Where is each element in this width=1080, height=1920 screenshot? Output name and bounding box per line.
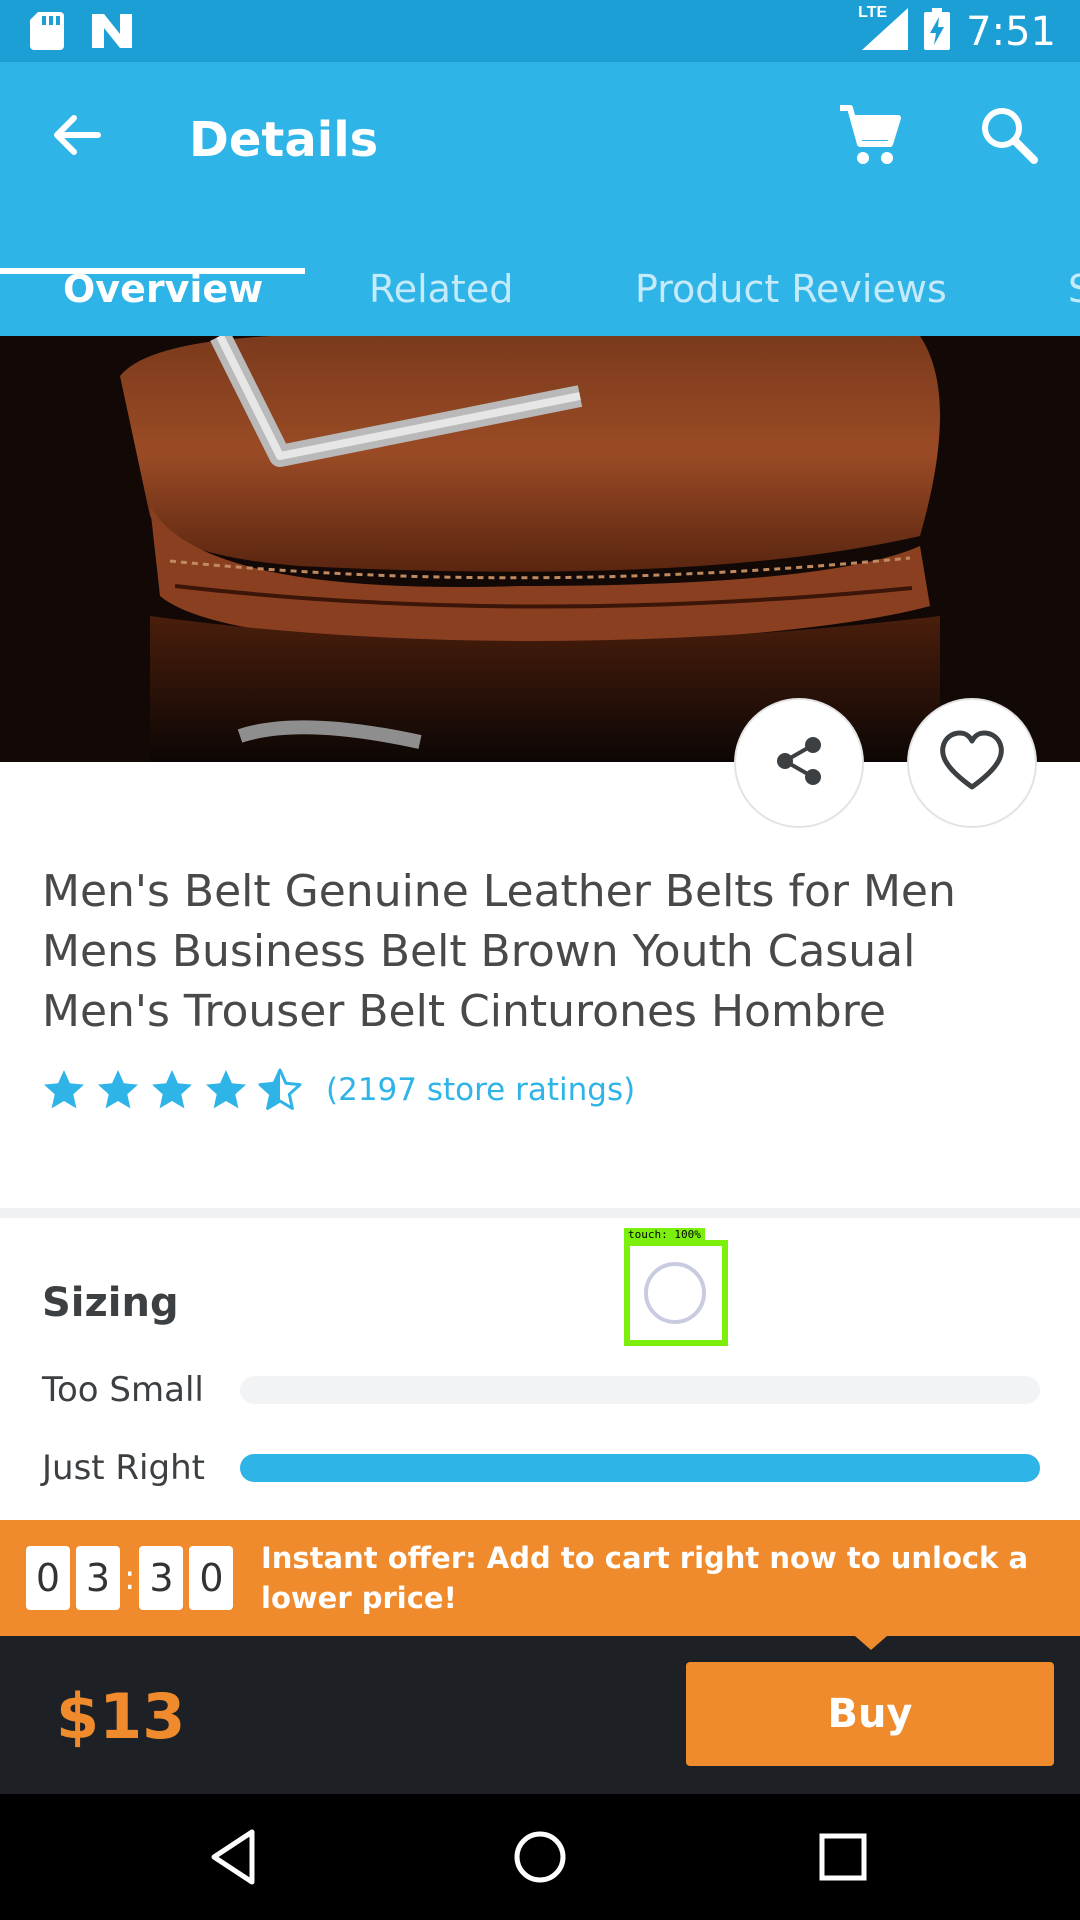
cart-button[interactable] <box>836 102 902 168</box>
price: $13 <box>56 1680 186 1753</box>
star-full-icon <box>152 1070 192 1109</box>
sizing-bar-fill <box>240 1454 1040 1482</box>
share-icon <box>771 733 827 794</box>
cart-icon <box>836 105 902 172</box>
offer-pointer <box>855 1636 887 1650</box>
rating-count-link[interactable]: (2197 store ratings) <box>326 1072 635 1108</box>
nav-recents-icon <box>810 1833 876 1894</box>
back-button[interactable] <box>42 100 112 170</box>
star-full-icon <box>44 1070 84 1109</box>
tab-indicator <box>0 268 305 274</box>
sizing-row-label: Just Right <box>42 1448 205 1488</box>
nav-back-icon <box>202 1829 268 1894</box>
sizing-bar <box>240 1454 1040 1482</box>
sizing-row-just-right: Just Right <box>42 1448 1040 1488</box>
sizing-bar <box>240 1376 1040 1404</box>
sizing-row-label: Too Small <box>42 1370 204 1410</box>
timer-digit: 0 <box>26 1546 70 1610</box>
network-type-label: LTE <box>858 4 888 21</box>
nav-home-icon <box>507 1831 573 1894</box>
star-half-icon <box>258 1068 302 1110</box>
tab-overview[interactable]: Overview <box>63 242 263 336</box>
wishlist-button[interactable] <box>907 698 1037 828</box>
page-title: Details <box>189 112 379 168</box>
search-button[interactable] <box>976 102 1042 168</box>
tab-bar: Overview Related Product Reviews S <box>0 242 1080 336</box>
star-full-icon <box>98 1070 138 1109</box>
status-bar: LTE 7:51 <box>0 0 1080 62</box>
nav-home-button[interactable] <box>507 1824 573 1890</box>
timer-digit: 0 <box>189 1546 234 1610</box>
offer-text: Instant offer: Add to cart right now to … <box>261 1541 1029 1615</box>
tab-product-reviews[interactable]: Product Reviews <box>635 242 947 336</box>
product-image[interactable] <box>0 336 1080 762</box>
timer-digit: 3 <box>76 1546 120 1610</box>
sizing-row-too-small: Too Small <box>42 1370 1040 1410</box>
rating-row[interactable]: (2197 store ratings) <box>42 1068 635 1112</box>
tab-related[interactable]: Related <box>369 242 513 336</box>
n-notification-icon <box>92 14 132 53</box>
instant-offer-banner[interactable]: 0 3 : 3 0 Instant offer: Add to cart rig… <box>0 1520 1080 1636</box>
app-bar: Details Overview Related Product Reviews… <box>0 62 1080 336</box>
buy-button[interactable]: Buy <box>686 1662 1054 1766</box>
touch-point <box>644 1262 706 1324</box>
countdown-timer: 0 3 : 3 0 <box>26 1546 239 1610</box>
section-divider <box>0 1208 1080 1218</box>
sizing-title: Sizing <box>42 1280 179 1326</box>
heart-outline-icon <box>937 729 1007 798</box>
tab-next-partial[interactable]: S <box>1068 242 1080 336</box>
arrow-back-icon <box>42 115 112 174</box>
product-title: Men's Belt Genuine Leather Belts for Men… <box>42 866 956 1037</box>
timer-separator: : <box>124 1558 136 1598</box>
star-full-icon <box>206 1070 246 1109</box>
belt-illustration <box>0 336 1080 762</box>
nav-back-button[interactable] <box>202 1824 268 1890</box>
search-icon <box>976 108 1042 172</box>
timer-digit: 3 <box>139 1546 184 1610</box>
buy-bar: $13 Buy <box>0 1636 1080 1794</box>
nav-recents-button[interactable] <box>810 1824 876 1890</box>
clock: 7:51 <box>966 8 1056 55</box>
battery-charging-icon <box>924 8 951 55</box>
sd-card-icon <box>30 12 64 55</box>
share-button[interactable] <box>734 698 864 828</box>
star-rating <box>42 1068 302 1112</box>
signal-icon: LTE <box>858 4 909 55</box>
system-nav-bar <box>0 1794 1080 1920</box>
